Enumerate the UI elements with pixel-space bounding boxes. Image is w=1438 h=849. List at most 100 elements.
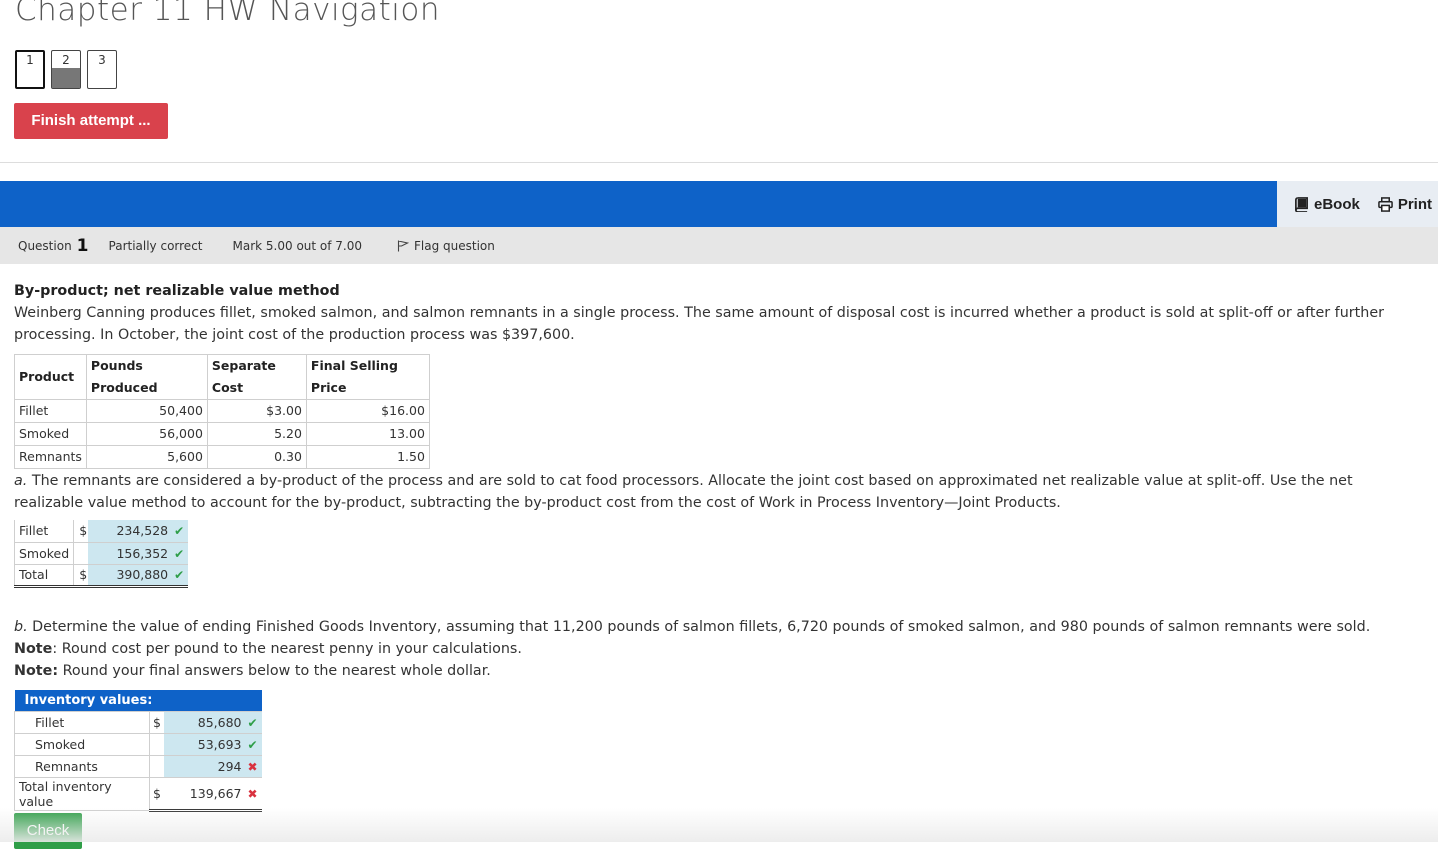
flag-icon: [397, 239, 410, 251]
inventory-input-total[interactable]: 139,667 ✖: [163, 777, 262, 812]
answer-row: Fillet $ 85,680 ✔: [14, 711, 262, 734]
print-label: Print: [1397, 195, 1432, 213]
ebook-button[interactable]: eBook: [1294, 196, 1360, 213]
currency-symbol: $: [149, 711, 164, 734]
nav-button-label: 3: [98, 53, 106, 67]
currency-symbol: $: [149, 777, 164, 812]
part-b-instructions: b. Determine the value of ending Finishe…: [14, 616, 1426, 682]
answer-row: Fillet $ 234,528 ✔: [13, 520, 189, 543]
col-pounds-produced: Pounds Produced: [85, 354, 208, 400]
note-text: Round your final answers below to the ne…: [58, 663, 491, 679]
inventory-values-table: Inventory values: Fillet $ 85,680 ✔ Smoke…: [14, 690, 262, 812]
cell-product: Smoked: [14, 422, 87, 446]
currency-symbol: $: [73, 520, 89, 543]
answer-input-fillet[interactable]: 234,528 ✔: [88, 520, 189, 543]
answer-value: 390,880: [116, 567, 169, 582]
answered-indicator: [52, 68, 80, 88]
part-a-answer-table: Fillet $ 234,528 ✔ Smoked 156,352 ✔ Total …: [13, 520, 189, 588]
inventory-input-fillet[interactable]: 85,680 ✔: [163, 711, 262, 734]
table-row: Fillet 50,400 $3.00 $16.00: [14, 399, 430, 423]
cell-selling-price: 13.00: [305, 422, 430, 446]
print-button[interactable]: Print: [1378, 196, 1432, 213]
question-text: Weinberg Canning produces fillet, smoked…: [14, 305, 1384, 343]
inventory-header: Inventory values:: [14, 690, 262, 712]
navigation-title: Chapter 11 HW Navigation: [15, 0, 441, 28]
question-content: By-product; net realizable value method …: [14, 280, 1426, 469]
check-icon: ✔: [247, 715, 258, 730]
note-rounding-penny: Note: Round cost per pound to the neares…: [14, 638, 1426, 660]
cell-separate-cost: $3.00: [206, 399, 307, 423]
table-row: Smoked 56,000 5.20 13.00: [14, 422, 430, 446]
cell-separate-cost: 0.30: [206, 445, 307, 469]
currency-symbol: [73, 542, 89, 565]
product-data-table: Product Pounds Produced Separate Cost Fi…: [14, 354, 430, 469]
answer-row: Smoked 53,693 ✔: [14, 733, 262, 756]
question-label: Question: [18, 238, 72, 253]
check-icon: ✔: [174, 546, 185, 561]
answer-value: 156,352: [116, 545, 169, 561]
flag-question-label: Flag question: [414, 238, 495, 253]
question-navigation: 1 2 3: [15, 50, 117, 89]
answer-label: Smoked: [14, 733, 150, 756]
answer-label: Total: [13, 564, 75, 588]
question-header-bar: [0, 181, 1277, 227]
inventory-input-smoked[interactable]: 53,693 ✔: [163, 733, 262, 756]
col-product: Product: [14, 354, 87, 400]
part-b-question: b. Determine the value of ending Finishe…: [14, 616, 1426, 638]
inventory-header-row: Inventory values:: [14, 690, 262, 712]
currency-symbol: [149, 755, 164, 778]
answer-value: 234,528: [116, 523, 169, 539]
tools-panel: eBook Print: [1277, 181, 1438, 227]
question-heading: By-product; net realizable value method: [14, 283, 340, 299]
answer-label: Smoked: [13, 542, 75, 565]
col-separate-cost: Separate Cost: [206, 354, 307, 400]
question-info-bar: Question 1 Partially correct Mark 5.00 o…: [0, 227, 1438, 264]
divider: [0, 162, 1438, 163]
part-b-text: Determine the value of ending Finished G…: [27, 619, 1371, 635]
answer-label: Total inventory value: [14, 777, 150, 811]
table-header-row: Product Pounds Produced Separate Cost Fi…: [14, 354, 430, 400]
answer-row: Smoked 156,352 ✔: [13, 542, 189, 565]
cell-product: Remnants: [14, 445, 87, 469]
flag-question-button[interactable]: Flag question: [397, 239, 495, 253]
answer-value: 85,680: [197, 714, 242, 730]
finish-attempt-button[interactable]: Finish attempt ...: [14, 103, 168, 139]
question-mark: Mark 5.00 out of 7.00: [232, 238, 363, 253]
nav-button-label: 1: [26, 53, 34, 67]
answer-value: 139,667: [189, 785, 242, 801]
cell-pounds: 56,000: [85, 422, 208, 446]
check-button[interactable]: Check: [14, 813, 82, 849]
ebook-label: eBook: [1313, 195, 1360, 213]
note-label: Note:: [14, 663, 59, 679]
book-icon: [1295, 196, 1308, 212]
cell-product: Fillet: [14, 399, 87, 423]
answer-input-total[interactable]: 390,880 ✔: [88, 564, 189, 588]
bottom-fade: [0, 808, 1438, 842]
printer-icon: [1378, 196, 1393, 212]
note-rounding-dollar: Note: Round your final answers below to …: [14, 660, 1426, 682]
cross-icon: ✖: [247, 759, 258, 774]
nav-question-3-button[interactable]: 3: [87, 50, 117, 89]
check-icon: ✔: [174, 524, 185, 539]
answer-label: Fillet: [14, 711, 150, 734]
cell-selling-price: 1.50: [305, 445, 430, 469]
answer-value: 53,693: [197, 736, 242, 752]
inventory-input-remnants[interactable]: 294 ✖: [163, 755, 262, 778]
note-label: Note: [14, 641, 53, 657]
col-final-selling-price: Final Selling Price: [305, 354, 430, 400]
note-text: : Round cost per pound to the nearest pe…: [52, 641, 522, 657]
question-status: Partially correct: [108, 238, 203, 253]
cell-selling-price: $16.00: [305, 399, 430, 423]
nav-question-2-button[interactable]: 2: [51, 50, 81, 89]
answer-label: Fillet: [13, 520, 75, 543]
table-row: Remnants 5,600 0.30 1.50: [14, 445, 430, 469]
cell-separate-cost: 5.20: [206, 422, 307, 446]
nav-question-1-button[interactable]: 1: [15, 50, 45, 89]
part-a-letter: a.: [14, 473, 28, 489]
check-icon: ✔: [174, 568, 185, 582]
part-a-instructions: a. The remnants are considered a by-prod…: [14, 470, 1426, 514]
question-number: 1: [76, 235, 89, 256]
part-a-text: The remnants are considered a by-product…: [14, 473, 1353, 511]
answer-row: Remnants 294 ✖: [14, 755, 262, 778]
answer-input-smoked[interactable]: 156,352 ✔: [88, 542, 189, 565]
